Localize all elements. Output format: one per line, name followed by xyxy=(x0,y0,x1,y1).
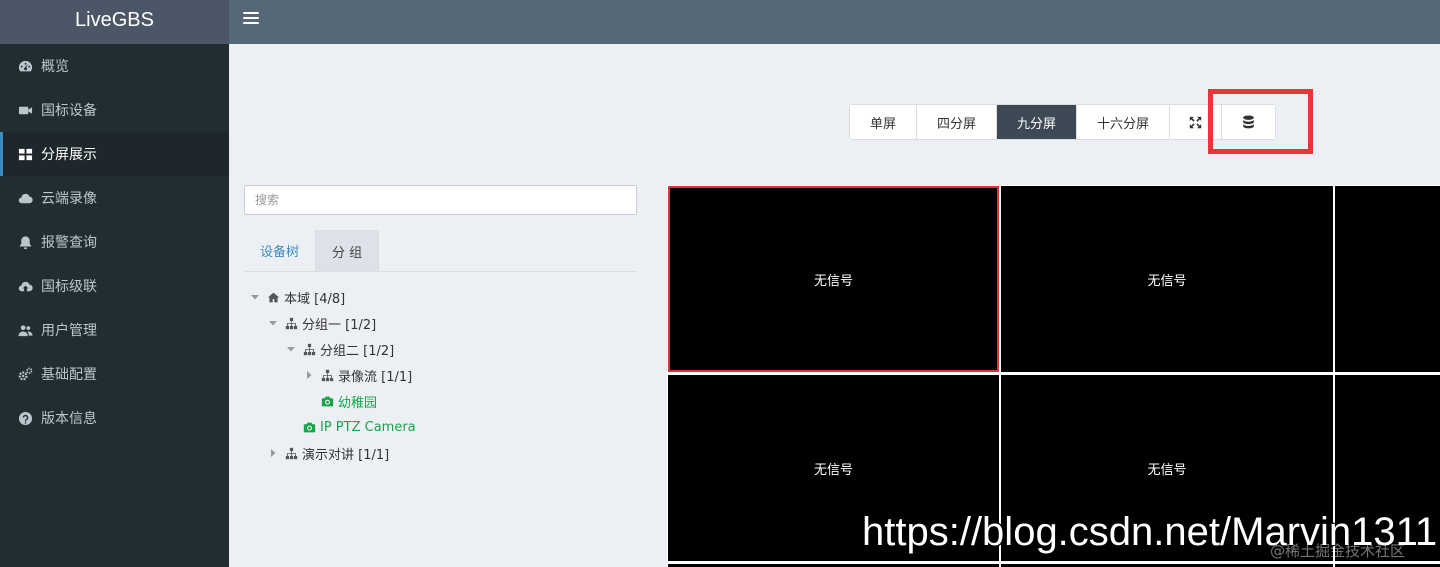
brand-logo[interactable]: LiveGBS xyxy=(0,0,229,44)
caret-right-icon[interactable] xyxy=(304,370,314,380)
tree-node[interactable]: 幼稚园 xyxy=(250,388,416,414)
sitemap-icon xyxy=(302,342,316,356)
top-navbar xyxy=(229,0,1440,44)
sidebar-item-label: 云端录像 xyxy=(41,191,97,207)
tab-device-tree[interactable]: 设备树 xyxy=(244,230,315,271)
sidebar-item-2[interactable]: 分屏展示 xyxy=(0,132,229,176)
no-signal-label: 无信号 xyxy=(1147,273,1187,289)
tree-node-label: 演示对讲 [1/1] xyxy=(302,447,390,463)
caret-spacer xyxy=(304,396,314,406)
sidebar-item-6[interactable]: 用户管理 xyxy=(0,308,229,352)
tree-node[interactable]: 分组一 [1/2] xyxy=(250,310,416,336)
tree-node-label: 分组二 [1/2] xyxy=(320,343,395,359)
tree-node[interactable]: 录像流 [1/1] xyxy=(250,362,416,388)
sidebar-item-label: 国标级联 xyxy=(41,279,97,295)
caret-down-icon[interactable] xyxy=(268,318,278,328)
dashboard-icon xyxy=(17,58,33,74)
fullscreen-icon xyxy=(1189,116,1202,128)
caret-down-icon[interactable] xyxy=(250,292,260,302)
caret-right-icon[interactable] xyxy=(268,448,278,458)
hamburger-menu-icon[interactable] xyxy=(243,12,259,28)
no-signal-label: 无信号 xyxy=(813,273,853,289)
camera-icon xyxy=(320,394,334,408)
sidebar-item-8[interactable]: 版本信息 xyxy=(0,396,229,440)
sidebar-item-3[interactable]: 云端录像 xyxy=(0,176,229,220)
tree-node-label: 本域 [4/8] xyxy=(284,291,346,307)
tree-node[interactable]: 分组二 [1/2] xyxy=(250,336,416,362)
no-signal-label: 无信号 xyxy=(813,462,853,478)
device-group-tree: 本域 [4/8] 分组一 [1/2] 分组二 [1/2] 录像流 [1/1] 幼稚园 IP… xyxy=(250,284,416,466)
home-icon xyxy=(266,290,280,304)
users-icon xyxy=(17,322,33,338)
sidebar-item-1[interactable]: 国标设备 xyxy=(0,88,229,132)
sidebar-item-label: 报警查询 xyxy=(41,235,97,251)
sidebar-menu: 概览国标设备分屏展示云端录像报警查询国标级联用户管理基础配置版本信息 xyxy=(0,44,229,440)
video-camera-icon xyxy=(17,102,33,118)
tree-node-label: 录像流 [1/1] xyxy=(338,369,413,385)
sidebar-item-label: 用户管理 xyxy=(41,323,97,339)
four-screen-button[interactable]: 四分屏 xyxy=(917,105,998,139)
caret-spacer xyxy=(286,422,296,432)
sidebar-item-label: 分屏展示 xyxy=(41,147,97,163)
bell-icon xyxy=(17,234,33,250)
tab-group[interactable]: 分 组 xyxy=(315,230,380,271)
sitemap-icon xyxy=(284,446,298,460)
caret-down-icon[interactable] xyxy=(286,344,296,354)
gears-icon xyxy=(17,366,33,382)
tree-node-label: 分组一 [1/2] xyxy=(302,317,377,333)
watermark-community: @稀土掘金技术社区 xyxy=(1270,542,1406,560)
tree-node-label: IP PTZ Camera xyxy=(320,419,416,435)
sidebar-item-label: 概览 xyxy=(41,59,69,75)
video-cell[interactable]: 无信号 xyxy=(668,186,999,372)
device-search-input[interactable] xyxy=(244,185,637,215)
sidebar: LiveGBS 概览国标设备分屏展示云端录像报警查询国标级联用户管理基础配置版本… xyxy=(0,0,229,567)
sidebar-item-label: 基础配置 xyxy=(41,367,97,383)
sixteen-screen-button[interactable]: 十六分屏 xyxy=(1077,105,1171,139)
tree-node[interactable]: 演示对讲 [1/1] xyxy=(250,440,416,466)
tree-node[interactable]: IP PTZ Camera xyxy=(250,414,416,440)
video-cell[interactable]: 无信号 xyxy=(1001,186,1333,372)
video-cell[interactable] xyxy=(1335,186,1440,372)
sidebar-item-0[interactable]: 概览 xyxy=(0,44,229,88)
tree-tabs: 设备树 分 组 xyxy=(244,230,637,272)
highlight-annotation-box xyxy=(1208,89,1313,154)
info-icon xyxy=(17,410,33,426)
no-signal-label: 无信号 xyxy=(1147,462,1187,478)
tree-node-label: 幼稚园 xyxy=(338,395,378,411)
sidebar-item-4[interactable]: 报警查询 xyxy=(0,220,229,264)
cloud-upload-icon xyxy=(17,278,33,294)
cloud-icon xyxy=(17,190,33,206)
sidebar-item-7[interactable]: 基础配置 xyxy=(0,352,229,396)
single-screen-button[interactable]: 单屏 xyxy=(850,105,918,139)
camera-icon xyxy=(302,420,316,434)
grid-icon xyxy=(17,146,33,162)
sidebar-item-label: 国标设备 xyxy=(41,103,97,119)
nine-screen-button[interactable]: 九分屏 xyxy=(997,105,1078,139)
sitemap-icon xyxy=(320,368,334,382)
sitemap-icon xyxy=(284,316,298,330)
sidebar-item-5[interactable]: 国标级联 xyxy=(0,264,229,308)
sidebar-item-label: 版本信息 xyxy=(41,411,97,427)
tree-node[interactable]: 本域 [4/8] xyxy=(250,284,416,310)
